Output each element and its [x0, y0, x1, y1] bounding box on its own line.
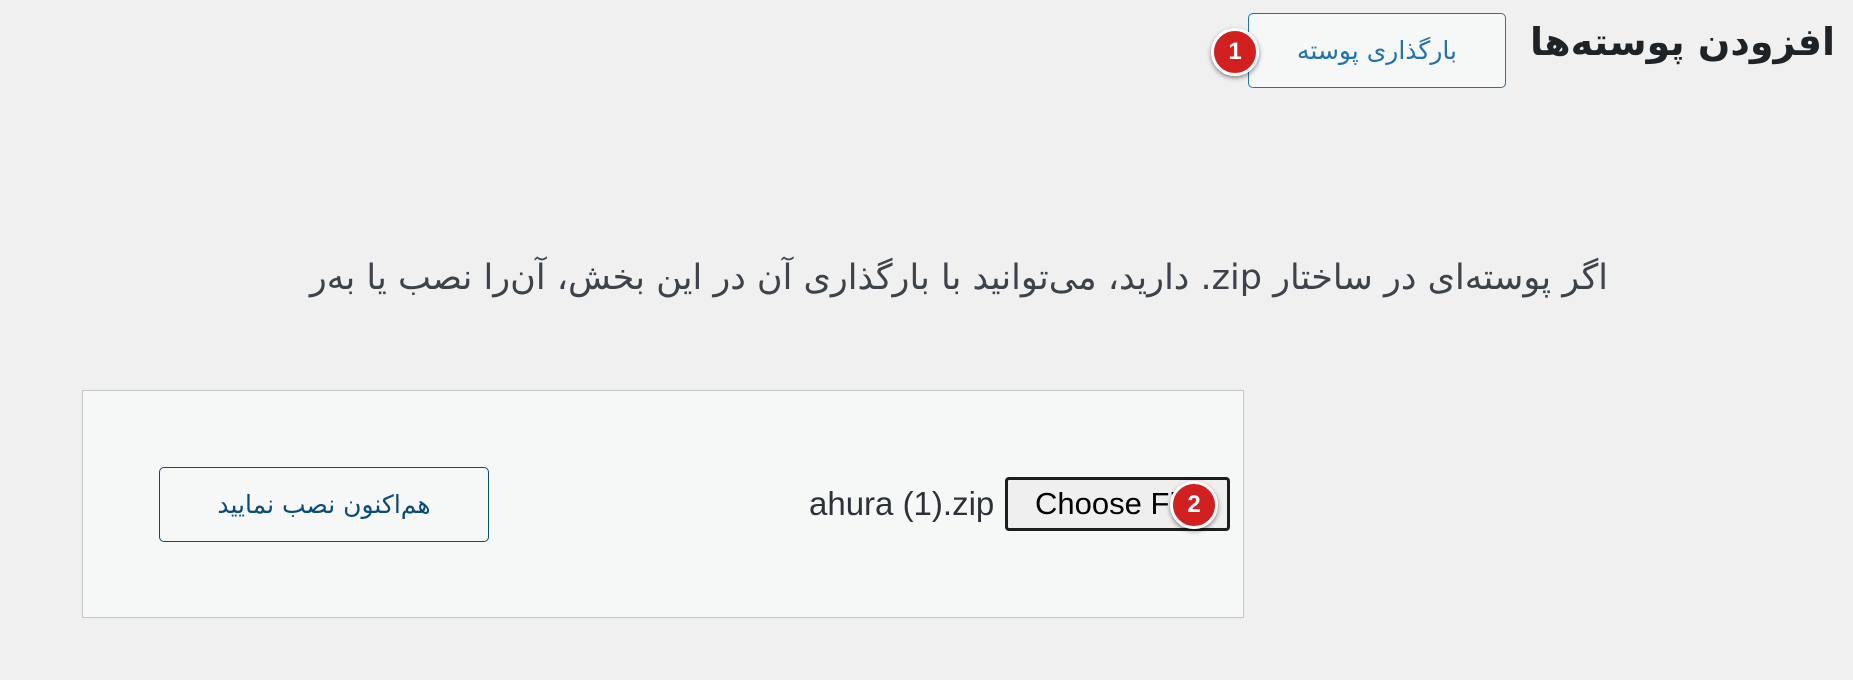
- page-title: افزودن پوسته‌ها: [1530, 20, 1835, 64]
- upload-theme-button[interactable]: بارگذاری پوسته: [1248, 13, 1506, 88]
- step-marker-1: 1: [1211, 28, 1259, 76]
- step-marker-2: 2: [1170, 481, 1218, 529]
- upload-help-text: اگر پوسته‌ای در ساختار zip. دارید، می‌تو…: [309, 258, 1608, 298]
- selected-file-name: ahura (1).zip: [809, 485, 995, 522]
- theme-file-input[interactable]: ahura (1).zip Choose File: [809, 477, 1231, 531]
- install-now-button[interactable]: هم‌اکنون نصب نمایید: [159, 467, 489, 542]
- upload-theme-form: هم‌اکنون نصب نمایید ahura (1).zip Choose…: [82, 390, 1244, 618]
